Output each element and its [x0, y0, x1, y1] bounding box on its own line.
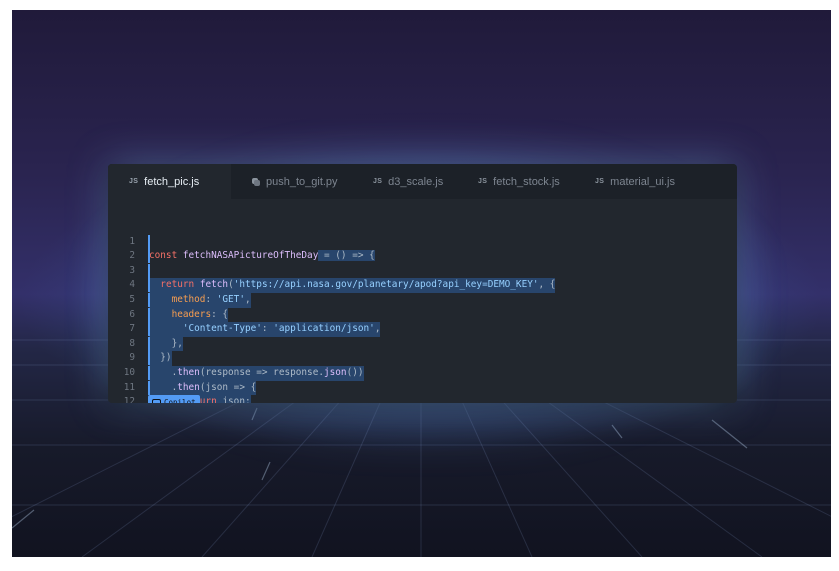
js-icon: JS [595, 178, 605, 185]
code-line: 12 } [108, 380, 737, 403]
code-line: 1 const fetchNASAPictureOfTheDay = () =>… [108, 220, 737, 262]
tab-d3-scale[interactable]: JS d3_scale.js [352, 164, 457, 199]
code-line: 10 return json; [108, 351, 737, 403]
selection-gutter [148, 234, 150, 249]
selection-gutter [148, 365, 150, 380]
tab-label: fetch_pic.js [144, 175, 200, 188]
line-number: 12 [123, 396, 135, 403]
code-line: 7 }) [108, 307, 737, 366]
selection-gutter [148, 263, 150, 278]
js-icon: JS [478, 178, 488, 185]
copilot-label: Copilot [164, 398, 196, 403]
js-icon: JS [129, 178, 139, 185]
code-line: 9 .then(json => { [108, 336, 737, 396]
code-line: 4 headers: { [108, 263, 737, 323]
tab-label: material_ui.js [610, 175, 675, 188]
selection-gutter [148, 307, 150, 322]
selection-gutter [148, 322, 150, 337]
code-area[interactable]: 1 const fetchNASAPictureOfTheDay = () =>… [108, 220, 737, 403]
code-line: 5 'Content-Type': 'application/json', [108, 278, 737, 337]
tab-label: fetch_stock.js [493, 175, 560, 188]
tab-push-to-git[interactable]: push_to_git.py [231, 164, 352, 199]
tab-bar: JS fetch_pic.js push_to_git.py JS d3_sca… [108, 164, 737, 199]
code-line: 2 return fetch('https://api.nasa.gov/pla… [108, 234, 737, 293]
selection-gutter [148, 249, 150, 264]
js-icon: JS [373, 178, 383, 185]
selection-gutter [148, 351, 150, 366]
tab-fetch-stock[interactable]: JS fetch_stock.js [457, 164, 574, 199]
selection-gutter [148, 336, 150, 351]
code-line: 6 }, [108, 292, 737, 352]
copilot-badge[interactable]: Copilot [148, 395, 200, 403]
code-line: 3 method: 'GET', [108, 249, 737, 308]
copilot-icon [152, 398, 161, 403]
tab-label: push_to_git.py [266, 175, 338, 188]
tab-fetch-pic[interactable]: JS fetch_pic.js [108, 164, 231, 199]
code-editor-window: JS fetch_pic.js push_to_git.py JS d3_sca… [108, 164, 737, 403]
selection-gutter [148, 380, 150, 395]
selection-gutter [148, 292, 150, 307]
code-line: 11 }); [108, 365, 737, 393]
python-icon [252, 177, 260, 186]
tab-material-ui[interactable]: JS material_ui.js [574, 164, 694, 199]
selection-gutter [148, 278, 150, 293]
code-line: 8 .then(response => response.json()) [108, 322, 737, 381]
hero-scene: JS fetch_pic.js push_to_git.py JS d3_sca… [12, 10, 831, 557]
tab-label: d3_scale.js [388, 175, 444, 188]
